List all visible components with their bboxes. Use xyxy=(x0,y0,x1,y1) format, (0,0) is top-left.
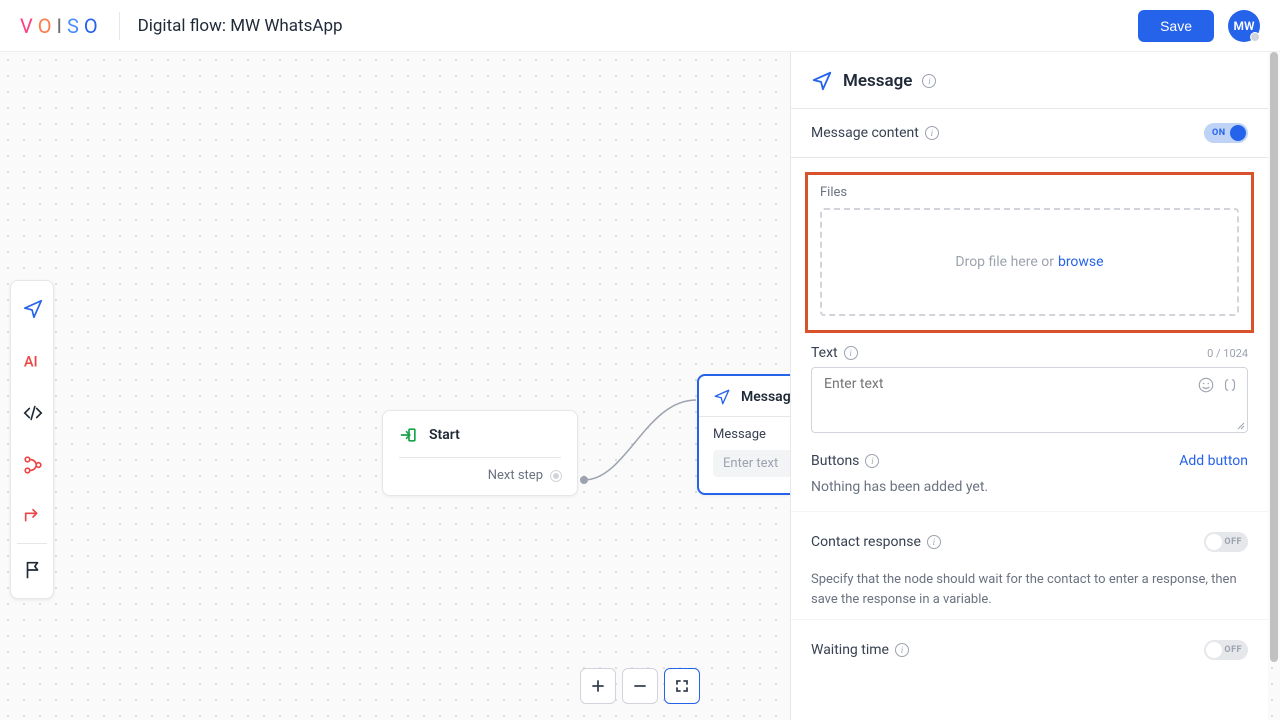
browse-link[interactable]: browse xyxy=(1058,254,1104,270)
buttons-label: Buttons i xyxy=(811,453,879,469)
zoom-fit-button[interactable] xyxy=(664,668,700,704)
scrollbar[interactable] xyxy=(1270,52,1278,720)
logo: VOISO xyxy=(20,14,101,38)
contact-response-description: Specify that the node should wait for th… xyxy=(811,570,1248,609)
app-header: VOISO Digital flow: MW WhatsApp Save MW xyxy=(0,0,1280,52)
ai-icon: AI xyxy=(22,350,44,372)
info-icon[interactable]: i xyxy=(922,74,936,88)
edge-start-to-message xyxy=(576,396,706,486)
message-content-section: Message content i ON xyxy=(791,109,1268,158)
zoom-out-button[interactable] xyxy=(622,668,658,704)
svg-text:AI: AI xyxy=(24,353,38,371)
node-palette: AI xyxy=(10,280,54,599)
send-icon xyxy=(811,70,833,92)
page-title: Digital flow: MW WhatsApp xyxy=(138,16,343,36)
avatar[interactable]: MW xyxy=(1228,10,1260,42)
info-icon[interactable]: i xyxy=(927,535,941,549)
text-input[interactable] xyxy=(812,368,1247,432)
info-icon[interactable]: i xyxy=(865,454,879,468)
zoom-in-button[interactable] xyxy=(580,668,616,704)
redirect-icon xyxy=(22,506,44,528)
contact-response-section: Contact response i OFF Specify that the … xyxy=(791,511,1268,619)
code-icon xyxy=(22,402,44,424)
waiting-time-section: Waiting time i OFF xyxy=(791,619,1268,680)
add-button-link[interactable]: Add button xyxy=(1179,453,1248,469)
contact-response-toggle[interactable]: OFF xyxy=(1204,532,1248,552)
scrollbar-thumb[interactable] xyxy=(1270,52,1278,662)
buttons-section: Buttons i Add button Nothing has been ad… xyxy=(791,437,1268,511)
panel-title: Message xyxy=(843,71,912,91)
start-icon xyxy=(399,425,419,445)
node-start-output[interactable]: Next step xyxy=(399,468,561,483)
message-content-toggle[interactable]: ON xyxy=(1204,123,1248,143)
waiting-time-label: Waiting time i xyxy=(811,642,909,658)
message-content-label: Message content i xyxy=(811,125,939,141)
text-label: Text i xyxy=(811,345,858,361)
tool-code[interactable] xyxy=(13,387,53,439)
text-input-wrap xyxy=(811,367,1248,433)
buttons-empty-text: Nothing has been added yet. xyxy=(811,479,1248,495)
tool-redirect[interactable] xyxy=(13,491,53,543)
zoom-controls xyxy=(580,668,700,704)
panel-header: Message i xyxy=(791,52,1268,109)
waiting-time-toggle[interactable]: OFF xyxy=(1204,640,1248,660)
files-section-highlight: Files Drop file here or browse xyxy=(805,172,1254,333)
info-icon[interactable]: i xyxy=(844,346,858,360)
header-divider xyxy=(119,12,120,40)
tool-ai[interactable]: AI xyxy=(13,335,53,387)
variable-icon[interactable] xyxy=(1221,376,1239,394)
info-icon[interactable]: i xyxy=(925,126,939,140)
contact-response-label: Contact response i xyxy=(811,534,941,550)
output-port[interactable] xyxy=(551,471,561,481)
tool-message[interactable] xyxy=(13,283,53,335)
emoji-icon[interactable] xyxy=(1197,376,1215,394)
text-counter: 0 / 1024 xyxy=(1207,347,1248,360)
save-button[interactable]: Save xyxy=(1138,10,1214,42)
send-icon xyxy=(22,298,44,320)
node-start-label: Start xyxy=(429,427,460,443)
tool-flag[interactable] xyxy=(13,544,53,596)
minus-icon xyxy=(632,678,648,694)
resize-handle[interactable] xyxy=(1235,420,1245,430)
file-dropzone[interactable]: Drop file here or browse xyxy=(820,208,1239,316)
text-section: Text i 0 / 1024 xyxy=(791,333,1268,437)
node-start-header: Start xyxy=(399,425,561,445)
branch-icon xyxy=(22,454,44,476)
fullscreen-icon xyxy=(674,678,690,694)
plus-icon xyxy=(590,678,606,694)
send-icon xyxy=(713,388,731,406)
tool-branch[interactable] xyxy=(13,439,53,491)
node-start[interactable]: Start Next step xyxy=(382,410,578,496)
files-label: Files xyxy=(820,185,1239,200)
info-icon[interactable]: i xyxy=(895,643,909,657)
properties-panel: Message i Message content i ON Files Dro… xyxy=(790,52,1268,720)
flag-icon xyxy=(22,559,44,581)
